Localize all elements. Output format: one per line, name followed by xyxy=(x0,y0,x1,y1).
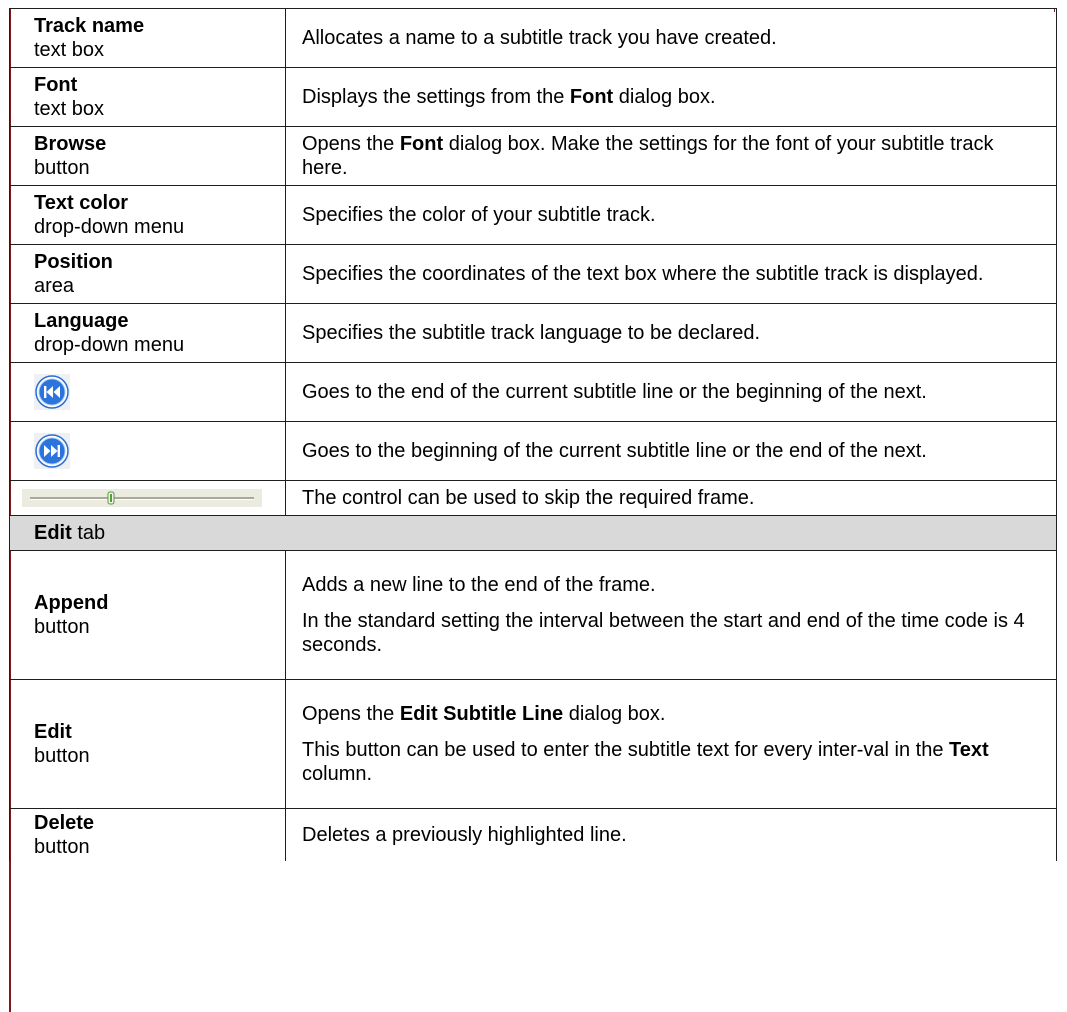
description-cell: Adds a new line to the end of the frame.… xyxy=(285,550,1057,680)
table-row: Language drop-down menu Specifies the su… xyxy=(9,303,1057,363)
description-text: Opens the xyxy=(302,703,400,725)
description-cell: Goes to the end of the current subtitle … xyxy=(285,362,1057,422)
term-type: drop-down menu xyxy=(34,334,185,356)
description-cell: Displays the settings from the Font dial… xyxy=(285,67,1057,127)
description-bold: Font xyxy=(569,86,614,108)
description-paragraph: This button can be used to enter the sub… xyxy=(302,738,1042,786)
section-header: Edit tab xyxy=(9,515,1057,551)
table-row: Goes to the end of the current subtitle … xyxy=(9,362,1057,422)
term-type: drop-down menu xyxy=(34,216,185,238)
term-title: Language xyxy=(34,310,129,332)
description-cell: Opens the Edit Subtitle Line dialog box.… xyxy=(285,679,1057,809)
term-title: Append xyxy=(34,592,109,614)
description-cell: Allocates a name to a subtitle track you… xyxy=(285,8,1057,68)
table-row: Track name text box Allocates a name to … xyxy=(9,8,1057,68)
term-cell: Position area xyxy=(9,244,286,304)
description-text: dialog box. xyxy=(613,86,716,108)
previous-line-icon xyxy=(34,374,70,410)
term-title: Text color xyxy=(34,192,129,214)
term-title: Position xyxy=(34,251,113,273)
frame-slider-icon xyxy=(22,489,262,507)
description-bold: Font xyxy=(399,133,444,155)
term-type: button xyxy=(34,616,90,638)
table-row: Edit button Opens the Edit Subtitle Line… xyxy=(9,679,1057,809)
term-type: text box xyxy=(34,98,105,120)
description-cell: Specifies the coordinates of the text bo… xyxy=(285,244,1057,304)
term-type: area xyxy=(34,275,75,297)
term-title: Browse xyxy=(34,133,107,155)
term-title: Track name xyxy=(34,15,145,37)
term-title: Delete xyxy=(34,812,95,834)
table-row: Text color drop-down menu Specifies the … xyxy=(9,185,1057,245)
description-bold: Edit Subtitle Line xyxy=(399,703,564,725)
description-text: dialog box. xyxy=(563,703,666,725)
description-paragraph: In the standard setting the interval bet… xyxy=(302,610,1025,656)
term-type: button xyxy=(34,836,90,858)
term-cell: Language drop-down menu xyxy=(9,303,286,363)
reference-table: Track name text box Allocates a name to … xyxy=(9,8,1057,861)
section-header-row: Edit tab xyxy=(9,515,1057,551)
description-text: column. xyxy=(302,763,373,785)
description-text: Opens the xyxy=(302,133,400,155)
table-row: Append button Adds a new line to the end… xyxy=(9,550,1057,680)
description-cell: Goes to the beginning of the current sub… xyxy=(285,421,1057,481)
table-row: Delete button Deletes a previously highl… xyxy=(9,808,1057,861)
table-row: Position area Specifies the coordinates … xyxy=(9,244,1057,304)
term-cell: Font text box xyxy=(9,67,286,127)
term-cell xyxy=(9,421,286,481)
description-text: Displays the settings from the xyxy=(302,86,570,108)
term-cell: Delete button xyxy=(9,808,286,861)
next-line-icon xyxy=(34,433,70,469)
description-bold: Text xyxy=(949,739,989,761)
document-page: Track name text box Allocates a name to … xyxy=(0,0,1067,1012)
description-paragraph: Adds a new line to the end of the frame. xyxy=(302,574,656,596)
term-cell: Append button xyxy=(9,550,286,680)
table-row: Font text box Displays the settings from… xyxy=(9,67,1057,127)
term-cell: Track name text box xyxy=(9,8,286,68)
description-cell: Deletes a previously highlighted line. xyxy=(285,808,1057,861)
table-row: Goes to the beginning of the current sub… xyxy=(9,421,1057,481)
term-cell: Browse button xyxy=(9,126,286,186)
description-paragraph: Opens the Edit Subtitle Line dialog box. xyxy=(302,702,1042,726)
term-cell: Edit button xyxy=(9,679,286,809)
term-type: button xyxy=(34,745,90,767)
term-cell: Text color drop-down menu xyxy=(9,185,286,245)
table-row: The control can be used to skip the requ… xyxy=(9,480,1057,516)
section-suffix: tab xyxy=(71,522,106,544)
term-type: text box xyxy=(34,39,105,61)
table-row: Browse button Opens the Font dialog box.… xyxy=(9,126,1057,186)
term-type: button xyxy=(34,157,90,179)
section-title: Edit xyxy=(34,522,72,544)
description-cell: The control can be used to skip the requ… xyxy=(285,480,1057,516)
description-cell: Specifies the color of your subtitle tra… xyxy=(285,185,1057,245)
term-cell xyxy=(9,480,286,516)
term-cell xyxy=(9,362,286,422)
description-text: This button can be used to enter the sub… xyxy=(302,739,950,761)
description-cell: Opens the Font dialog box. Make the sett… xyxy=(285,126,1057,186)
term-title: Edit xyxy=(34,721,72,743)
description-cell: Specifies the subtitle track language to… xyxy=(285,303,1057,363)
term-title: Font xyxy=(34,74,78,96)
